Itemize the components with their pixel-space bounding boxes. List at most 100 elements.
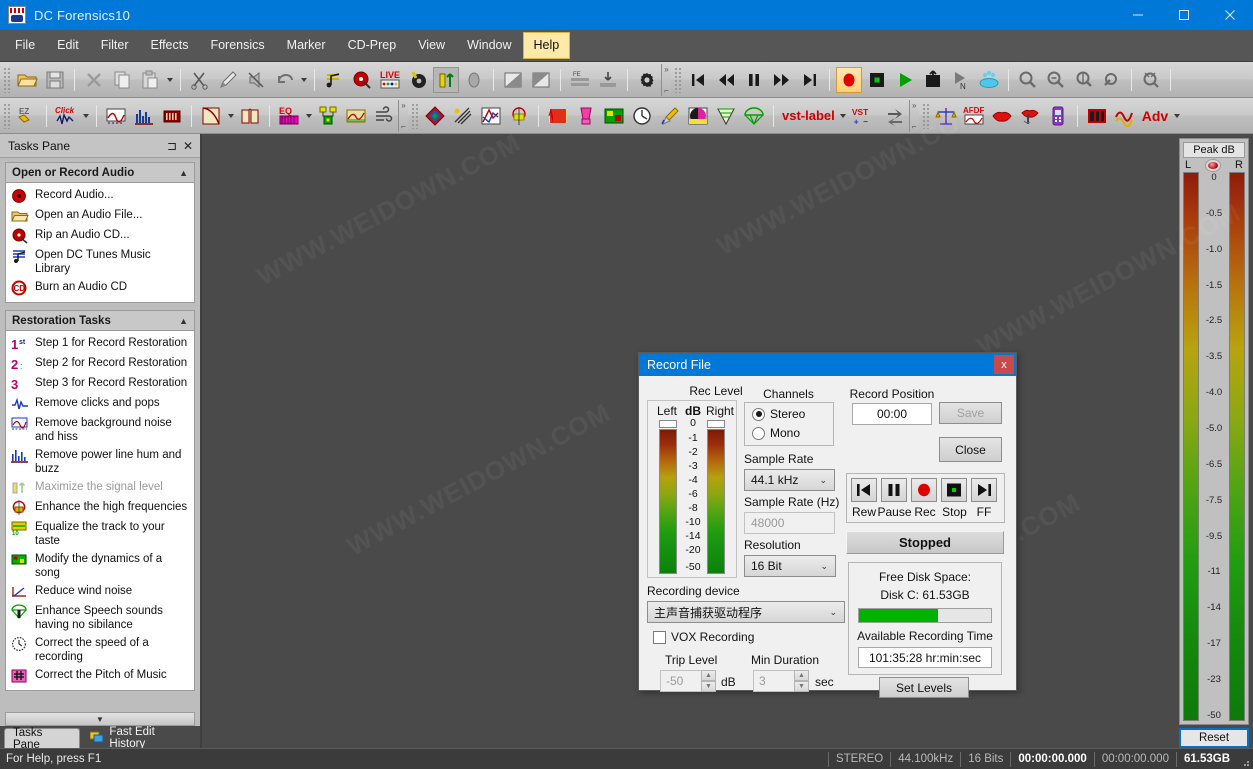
stepper-up-icon[interactable]: ▲ <box>701 670 716 681</box>
undo-icon[interactable] <box>271 67 297 93</box>
blender-icon[interactable] <box>573 103 599 129</box>
sample-rate-select[interactable]: 44.1 kHz ⌄ <box>744 469 835 491</box>
menu-file[interactable]: File <box>4 32 46 59</box>
delete-icon[interactable] <box>81 67 107 93</box>
skip-end-icon[interactable] <box>797 67 823 93</box>
zoom-sel-icon[interactable] <box>1043 67 1069 93</box>
tab-fast-edit-history[interactable]: Fast Edit History <box>82 726 200 750</box>
zoom-vert-icon[interactable] <box>1071 67 1097 93</box>
eq-dropdown-caret[interactable] <box>303 103 314 129</box>
task-modify-dynamics[interactable]: Modify the dynamics of a song <box>8 550 192 582</box>
task-remove-hum-buzz[interactable]: Remove power line hum and buzz <box>8 446 192 478</box>
fast-forward-icon[interactable] <box>769 67 795 93</box>
tasks-group-header[interactable]: Restoration Tasks ▲ <box>5 310 195 330</box>
pencil-draw-icon[interactable] <box>215 67 241 93</box>
close-icon[interactable]: x <box>994 355 1014 374</box>
envelope-icon[interactable] <box>198 103 224 129</box>
lips-icon[interactable] <box>989 103 1015 129</box>
recording-device-select[interactable]: 主声音捕获驱动程序 ⌄ <box>647 601 845 623</box>
task-remove-clicks-pops[interactable]: Remove clicks and pops <box>8 394 192 414</box>
trip-level-value[interactable]: -50 <box>660 670 701 692</box>
task-open-audio-file[interactable]: Open an Audio File... <box>8 206 192 226</box>
pause-button[interactable] <box>881 478 907 502</box>
task-maximize-signal-level[interactable]: Maximize the signal level <box>8 478 192 498</box>
play-icon[interactable] <box>892 67 918 93</box>
spectrogram-icon[interactable] <box>1084 103 1110 129</box>
set-levels-button[interactable]: Set Levels <box>879 677 969 698</box>
parachute-icon[interactable] <box>741 103 767 129</box>
click-repair-icon[interactable]: Click <box>53 103 79 129</box>
open-file-icon[interactable] <box>14 67 40 93</box>
stop-button[interactable] <box>941 478 967 502</box>
chevron-down-icon[interactable]: ⌄ <box>819 475 827 486</box>
stepper-arrows[interactable]: ▲ ▼ <box>794 670 809 692</box>
channels-radio-stereo[interactable]: Stereo <box>752 407 805 421</box>
chevron-up-icon[interactable]: ▲ <box>179 316 188 326</box>
close-icon[interactable]: ✕ <box>180 138 196 154</box>
adv-dropdown-caret[interactable] <box>1171 103 1182 129</box>
toolbar-grip-transport[interactable] <box>674 66 682 93</box>
ez-tag-icon[interactable]: EZ <box>14 103 40 129</box>
peak-reset-button[interactable]: Reset <box>1179 728 1249 748</box>
hiss-removal-icon[interactable] <box>450 103 476 129</box>
ff-button[interactable] <box>971 478 997 502</box>
resize-grip-icon[interactable] <box>1237 749 1253 769</box>
sample-rate-hz-field[interactable]: 48000 <box>744 512 835 534</box>
tasks-group-header[interactable]: Open or Record Audio ▲ <box>5 162 195 182</box>
tasks-pane-scroll-down[interactable]: ▼ <box>5 712 195 726</box>
mute-icon[interactable] <box>243 67 269 93</box>
eq-icon[interactable]: EQ <box>276 103 302 129</box>
task-correct-speed[interactable]: Correct the speed of a recording <box>8 634 192 666</box>
save-icon[interactable] <box>42 67 68 93</box>
voice-icon[interactable] <box>1017 103 1043 129</box>
task-enhance-high-frequencies[interactable]: Enhance the high frequencies <box>8 498 192 518</box>
audio-key-icon[interactable] <box>405 67 431 93</box>
phone-icon[interactable] <box>1045 103 1071 129</box>
toolbar-grip-2[interactable] <box>411 102 419 129</box>
declip-icon[interactable] <box>343 103 369 129</box>
cut-scissors-icon[interactable] <box>187 67 213 93</box>
stop-icon[interactable] <box>864 67 890 93</box>
task-correct-pitch[interactable]: Correct the Pitch of Music <box>8 666 192 686</box>
stepper-down-icon[interactable]: ▼ <box>794 681 809 692</box>
menu-forensics[interactable]: Forensics <box>199 32 275 59</box>
fade-in-icon[interactable] <box>500 67 526 93</box>
copy-icon[interactable] <box>109 67 135 93</box>
amplitude-icon[interactable] <box>1112 103 1138 129</box>
chevron-down-icon[interactable]: ⌄ <box>820 561 828 572</box>
zoom-out-icon[interactable] <box>1015 67 1041 93</box>
adv-label[interactable]: Adv <box>1139 108 1171 124</box>
min-duration-stepper[interactable]: 3 ▲ ▼ <box>753 670 809 692</box>
vst-label[interactable]: vst-label <box>779 108 838 123</box>
fe-stack-icon[interactable]: FE <box>567 67 593 93</box>
toolbar-dock-grip[interactable]: » ⌐ <box>661 63 671 96</box>
menu-help[interactable]: Help <box>522 32 571 59</box>
maximize-level-icon[interactable] <box>433 66 459 93</box>
minimize-icon[interactable] <box>1115 0 1161 30</box>
task-reduce-wind-noise[interactable]: Reduce wind noise <box>8 582 192 602</box>
task-step-2-record-restoration[interactable]: 2: Step 2 for Record Restoration <box>8 354 192 374</box>
task-remove-background-noise[interactable]: Remove background noise and hiss <box>8 414 192 446</box>
pause-icon[interactable] <box>741 67 767 93</box>
menu-cd-prep[interactable]: CD-Prep <box>337 32 408 59</box>
rew-button[interactable] <box>851 478 877 502</box>
book-icon[interactable] <box>237 103 263 129</box>
menu-view[interactable]: View <box>407 32 456 59</box>
dynamics2-icon[interactable] <box>601 103 627 129</box>
skip-start-icon[interactable] <box>685 67 711 93</box>
save-button[interactable]: Save <box>939 402 1002 424</box>
rewind-icon[interactable] <box>713 67 739 93</box>
stepper-up-icon[interactable]: ▲ <box>794 670 809 681</box>
toolbar-dock-grip[interactable]: » ⌐ <box>908 99 919 132</box>
cd-burn-icon[interactable] <box>976 67 1002 93</box>
stepper-arrows[interactable]: ▲ ▼ <box>701 670 716 692</box>
workspace-canvas[interactable]: WWW.WEIDOWN.COM WWW.WEIDOWN.COM WWW.WEID… <box>202 97 1245 748</box>
paste-icon[interactable] <box>137 67 163 93</box>
vox-recording-checkbox[interactable]: VOX Recording <box>653 630 754 644</box>
record-icon[interactable] <box>836 66 862 93</box>
enhance-icon[interactable] <box>506 103 532 129</box>
maximize-icon[interactable] <box>1161 0 1207 30</box>
menu-marker[interactable]: Marker <box>276 32 337 59</box>
zoom-full-icon[interactable] <box>1138 67 1164 93</box>
task-rip-audio-cd[interactable]: Rip an Audio CD... <box>8 226 192 246</box>
